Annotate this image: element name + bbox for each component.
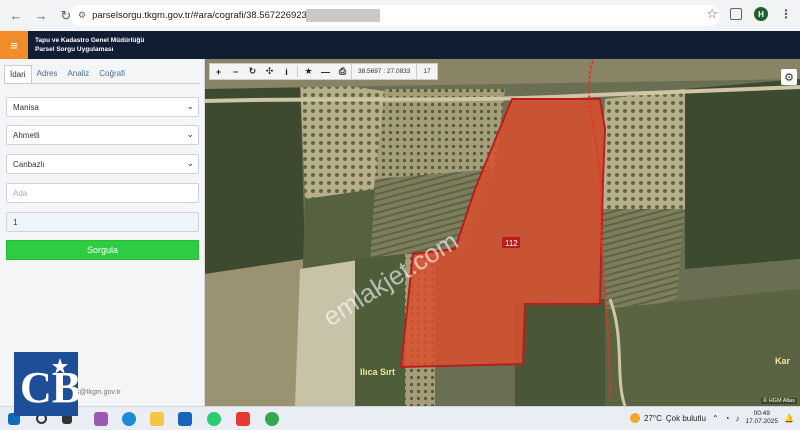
app-title-line2: Parsel Sorgu Uygulaması [35, 46, 114, 53]
neighborhood-value: Canbazlı [13, 159, 45, 169]
hamburger-menu-icon[interactable]: ≡ [0, 31, 28, 59]
volume-icon[interactable]: ♪ [735, 414, 739, 423]
clock[interactable]: 00:49 17.07.2025 [745, 410, 778, 426]
chevron-up-icon[interactable]: ⌃ [712, 414, 719, 423]
profile-avatar[interactable]: H [754, 7, 768, 21]
info-icon[interactable]: i [278, 64, 295, 79]
forward-icon[interactable]: → [32, 7, 50, 25]
zoom-out-icon[interactable]: − [227, 64, 244, 79]
url-redaction [306, 9, 380, 22]
zoom-in-icon[interactable]: + [210, 64, 227, 79]
province-value: Manisa [13, 102, 39, 112]
windows-taskbar: 27°C Çok bulutlu ⌃ ◔ ♪ 00:49 17.07.2025 … [0, 406, 800, 430]
tab-adres[interactable]: Adres [32, 65, 63, 83]
logo-text: CB [20, 363, 78, 412]
field-light-west [205, 259, 305, 406]
temperature: 27°C [644, 413, 662, 423]
bookmark-star-icon[interactable]: ★ [300, 64, 317, 79]
tab-cografi[interactable]: Coğrafi [94, 65, 130, 83]
site-info-icon[interactable]: ⚙ [78, 10, 86, 21]
query-button[interactable]: Sorgula [6, 240, 199, 260]
toolbar-separator [297, 66, 298, 77]
field-right-south [605, 289, 800, 406]
chrome-icon[interactable] [265, 412, 279, 426]
weather-cloud-icon [630, 413, 641, 423]
place-label-ilica: Ilıca Sırt [360, 367, 396, 377]
app-title-line1: Tapu ve Kadastro Genel Müdürlüğü [35, 37, 145, 44]
neighborhood-select[interactable]: Canbazlı ⌄ [6, 154, 199, 174]
tab-idari[interactable]: İdari [4, 65, 32, 83]
chevron-down-icon: ⌄ [186, 158, 194, 168]
coldwell-banker-logo: CB [14, 352, 81, 416]
move-icon[interactable]: ✣ [261, 64, 278, 79]
weather-condition: Çok bulutlu [665, 413, 706, 423]
measure-line-icon[interactable]: — [317, 64, 334, 79]
field-right-orchard [600, 89, 685, 209]
chevron-down-icon: ⌄ [186, 129, 194, 139]
wifi-icon[interactable]: ◔ [725, 414, 730, 423]
field-southeast [515, 299, 605, 406]
anydesk-icon[interactable] [236, 412, 250, 426]
app-title: Tapu ve Kadastro Genel Müdürlüğü Parsel … [35, 36, 144, 54]
satellite-imagery: emlakjet.com 112 [205, 59, 800, 406]
parsel-input[interactable]: 1 [6, 212, 199, 232]
refresh-icon[interactable]: ↻ [244, 64, 261, 79]
outlook-icon[interactable] [178, 412, 192, 426]
gear-icon[interactable]: ⚙ [781, 69, 797, 85]
ada-input[interactable]: Ada [6, 183, 199, 203]
tab-divider [4, 83, 200, 84]
whatsapp-icon[interactable] [207, 412, 221, 426]
copilot-icon[interactable] [94, 412, 108, 426]
parcel-number: 112 [505, 239, 518, 248]
parsel-value: 1 [13, 217, 18, 227]
screen: ← → ↻ ⚙ parselsorgu.tkgm.gov.tr/#ara/cog… [0, 0, 800, 430]
field-pale-south [295, 259, 365, 406]
bookmark-star-icon[interactable]: ☆ [706, 6, 718, 22]
menu-kebab-icon[interactable]: ⋮ [780, 7, 792, 21]
tab-bar: İdari Adres Analiz Coğrafi [4, 65, 130, 83]
map-view[interactable]: emlakjet.com 112 Ilıca Sırt Kar + − ↻ ✣ … [205, 59, 800, 406]
tab-analiz[interactable]: Analiz [62, 65, 94, 83]
app-header: ≡ Tapu ve Kadastro Genel Müdürlüğü Parse… [0, 31, 800, 59]
notification-bell-icon[interactable]: 🔔 [784, 414, 794, 423]
coordinate-readout: 38.5697 : 27.0833 [351, 64, 418, 79]
contact-email[interactable]: bs@tkgm.gov.tr [72, 389, 121, 396]
field-dark-west [205, 79, 305, 274]
map-toolbar: + − ↻ ✣ i ★ — ⎙ 38.5697 : 27.0833 17 [209, 63, 438, 80]
clock-date: 17.07.2025 [745, 418, 779, 425]
map-attribution: © HGM Atlas [761, 398, 797, 404]
ada-placeholder: Ada [13, 188, 28, 198]
file-explorer-icon[interactable] [150, 412, 164, 426]
address-bar[interactable]: ⚙ parselsorgu.tkgm.gov.tr/#ara/cografi/3… [70, 5, 720, 26]
zoom-level: 17 [423, 68, 431, 75]
clock-time: 00:49 [753, 410, 770, 417]
chevron-down-icon: ⌄ [186, 101, 194, 111]
field-right-dark [685, 79, 800, 269]
district-select[interactable]: Ahmetli ⌄ [6, 125, 199, 145]
logo-graphic: CB [14, 352, 81, 416]
extensions-icon[interactable] [730, 8, 742, 20]
place-label-right: Kar [775, 356, 791, 366]
browser-chrome: ← → ↻ ⚙ parselsorgu.tkgm.gov.tr/#ara/cog… [0, 0, 800, 31]
weather-widget[interactable]: 27°C Çok bulutlu [630, 413, 706, 423]
province-select[interactable]: Manisa ⌄ [6, 97, 199, 117]
district-value: Ahmetli [13, 130, 40, 140]
print-icon[interactable]: ⎙ [334, 64, 351, 79]
back-icon[interactable]: ← [7, 7, 25, 25]
system-tray: 27°C Çok bulutlu ⌃ ◔ ♪ 00:49 17.07.2025 … [630, 410, 794, 426]
edge-icon[interactable] [122, 412, 136, 426]
